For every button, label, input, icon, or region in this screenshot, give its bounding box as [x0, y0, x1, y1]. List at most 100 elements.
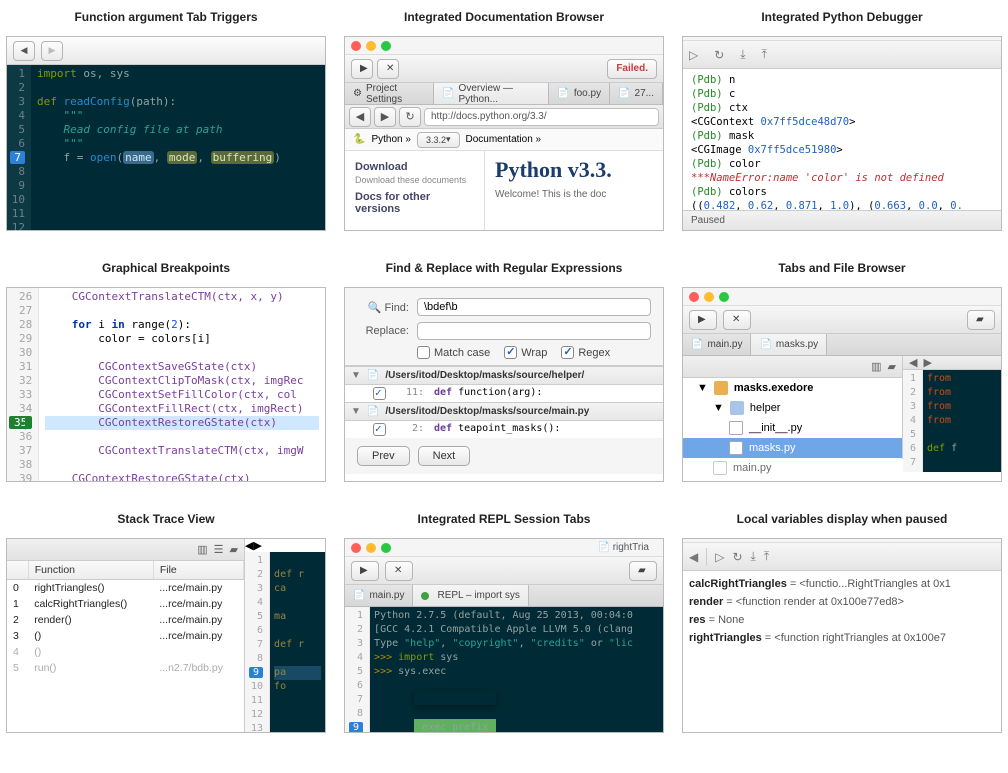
- tag-icon[interactable]: ▰: [230, 543, 238, 556]
- feature-title-1: Function argument Tab Triggers: [6, 10, 326, 24]
- find-input[interactable]: [417, 298, 651, 316]
- arg-placeholder-buffering[interactable]: buffering: [211, 151, 275, 164]
- file-tree[interactable]: ▥▰ ▼masks.exedore ▼helper __init__.py ma…: [683, 356, 903, 459]
- run-button[interactable]: ▶: [689, 310, 717, 330]
- gutter-breakpoints[interactable]: 262728 293031 323334 35 363738 394041: [7, 288, 39, 481]
- traffic-close-icon[interactable]: [689, 292, 699, 302]
- traffic-close-icon[interactable]: [351, 41, 361, 51]
- result-line-2[interactable]: 2: def teapoint_masks():: [345, 421, 663, 438]
- replace-label: Replace:: [357, 325, 409, 337]
- browser-reload[interactable]: ↻: [399, 107, 421, 127]
- tab-overview[interactable]: 📄 Overview — Python...: [434, 83, 549, 104]
- run-button[interactable]: ▶: [351, 561, 379, 581]
- tab-more[interactable]: 📄 27...: [610, 83, 663, 104]
- result-file-1[interactable]: ▼📄/Users/itod/Desktop/masks/source/helpe…: [345, 366, 663, 385]
- screenshot-repl: 📄 rightTria ▶ ✕ ▰ 📄 main.py REPL – impor…: [344, 538, 664, 733]
- traffic-zoom-icon[interactable]: [719, 292, 729, 302]
- version-select[interactable]: 3.3.2 ▾: [417, 132, 460, 148]
- folder-icon[interactable]: ▥: [871, 360, 881, 373]
- feature-title-3: Integrated Python Debugger: [682, 10, 1002, 24]
- wrap-checkbox[interactable]: Wrap: [504, 346, 547, 359]
- browser-back[interactable]: ◀: [349, 107, 371, 127]
- replace-input[interactable]: [417, 322, 651, 340]
- stop-button[interactable]: ✕: [723, 310, 751, 330]
- result-file-2[interactable]: ▼📄/Users/itod/Desktop/masks/source/main.…: [345, 402, 663, 421]
- folder-icon[interactable]: ▥: [197, 543, 207, 556]
- autocomplete-popup[interactable]: exec_prefix executable: [414, 691, 496, 705]
- tab-project-settings[interactable]: ⚙ Project Settings: [345, 83, 434, 104]
- editor-right[interactable]: from from from from def f: [923, 370, 1001, 472]
- code-editor-4[interactable]: CGContextTranslateCTM(ctx, x, y) for i i…: [39, 288, 325, 481]
- debugger-output[interactable]: (Pdb) n (Pdb) c (Pdb) ctx <CGContext 0x7…: [683, 69, 1001, 210]
- url-field[interactable]: http://docs.python.org/3.3/: [424, 108, 659, 126]
- arg-placeholder-mode[interactable]: mode: [167, 151, 198, 164]
- traffic-zoom-icon[interactable]: [381, 543, 391, 553]
- file-tab-main[interactable]: 📄 main.py: [683, 334, 751, 355]
- arg-placeholder-name[interactable]: name: [123, 151, 154, 164]
- feature-title-6: Tabs and File Browser: [682, 261, 1002, 275]
- stack-frame-row[interactable]: 3()...rce/main.py: [7, 628, 244, 644]
- next-button[interactable]: Next: [418, 446, 471, 466]
- regex-checkbox[interactable]: Regex: [561, 346, 610, 359]
- sidebar-other-versions[interactable]: Docs for other versions: [355, 191, 474, 215]
- stop-button[interactable]: ✕: [377, 59, 399, 79]
- sidebar-download[interactable]: Download: [355, 161, 474, 173]
- back-icon[interactable]: ◀: [689, 550, 698, 564]
- match-case-checkbox[interactable]: Match case: [417, 346, 490, 359]
- screenshot-doc-browser: ▶ ✕ Failed. ⚙ Project Settings 📄 Overvie…: [344, 36, 664, 231]
- doc-title: Python v3.3.: [495, 157, 653, 183]
- crumb-python[interactable]: Python »: [371, 134, 410, 145]
- crumb-docs[interactable]: Documentation »: [466, 134, 542, 145]
- feature-title-4: Graphical Breakpoints: [6, 261, 326, 275]
- step-in-icon[interactable]: ⤓: [740, 47, 745, 62]
- list-icon[interactable]: ☰: [214, 543, 224, 556]
- nav-forward-button[interactable]: ▶: [41, 41, 63, 61]
- autocomplete-item-selected[interactable]: exec_prefix: [414, 719, 496, 733]
- tag-button[interactable]: ▰: [967, 310, 995, 330]
- feature-title-9: Local variables display when paused: [682, 512, 1002, 526]
- stack-frame-row[interactable]: 2render()...rce/main.py: [7, 612, 244, 628]
- step-in-icon[interactable]: ⤓: [751, 549, 756, 564]
- tag-icon[interactable]: ▰: [888, 360, 896, 373]
- repl-output[interactable]: Python 2.7.5 (default, Aug 25 2013, 00:0…: [370, 607, 663, 732]
- traffic-minimize-icon[interactable]: [704, 292, 714, 302]
- continue-icon[interactable]: ▷: [715, 550, 724, 564]
- step-icon[interactable]: ↻: [732, 550, 742, 564]
- repl-status-icon: [421, 592, 429, 600]
- browser-forward[interactable]: ▶: [374, 107, 396, 127]
- step-out-icon[interactable]: ⤒: [762, 47, 767, 62]
- traffic-zoom-icon[interactable]: [381, 41, 391, 51]
- traffic-close-icon[interactable]: [351, 543, 361, 553]
- traffic-minimize-icon[interactable]: [366, 543, 376, 553]
- stack-code[interactable]: def r ca ma def r pa fo: [270, 552, 325, 733]
- tag-button[interactable]: ▰: [629, 561, 657, 581]
- stack-frame-row[interactable]: 0rightTriangles()...rce/main.py: [7, 580, 244, 597]
- play-button[interactable]: ▶: [351, 59, 373, 79]
- locals-list: calcRightTriangles = <functio...RightTri…: [683, 571, 1001, 651]
- file-tab-masks[interactable]: 📄 masks.py: [751, 334, 827, 355]
- result-line-1[interactable]: 11: def function(arg):: [345, 385, 663, 402]
- stack-trace-table[interactable]: FunctionFile 0rightTriangles()...rce/mai…: [7, 561, 244, 676]
- screenshot-tabs-browser: ▶ ✕ ▰ 📄 main.py 📄 masks.py ▥▰ ▼masks.exe…: [682, 287, 1002, 482]
- feature-title-2: Integrated Documentation Browser: [344, 10, 664, 24]
- project-icon: [714, 381, 728, 395]
- code-editor[interactable]: import os, sys def readConfig(path): """…: [31, 65, 325, 230]
- tab-foo[interactable]: 📄 foo.py: [549, 83, 610, 104]
- continue-icon[interactable]: ▷: [689, 48, 698, 62]
- stack-frame-row[interactable]: 4(): [7, 644, 244, 660]
- step-icon[interactable]: ↻: [714, 48, 724, 62]
- nav-fwd[interactable]: ▶: [253, 540, 261, 552]
- prev-button[interactable]: Prev: [357, 446, 410, 466]
- stack-frame-row[interactable]: 5run()...n2.7/bdb.py: [7, 660, 244, 676]
- nav-fwd[interactable]: ▶: [923, 356, 931, 369]
- traffic-minimize-icon[interactable]: [366, 41, 376, 51]
- breakpoint-marker[interactable]: 35: [9, 416, 32, 429]
- stop-button[interactable]: ✕: [385, 561, 413, 581]
- tab-repl[interactable]: REPL – import sys: [413, 585, 528, 606]
- nav-back-button[interactable]: ◀: [13, 41, 35, 61]
- nav-back[interactable]: ◀: [909, 356, 917, 369]
- stack-frame-row[interactable]: 1calcRightTriangles()...rce/main.py: [7, 596, 244, 612]
- step-out-icon[interactable]: ⤒: [764, 549, 769, 564]
- line-gutter: 123 456 7 8910 111213: [7, 65, 31, 230]
- tab-main-py[interactable]: 📄 main.py: [345, 585, 413, 606]
